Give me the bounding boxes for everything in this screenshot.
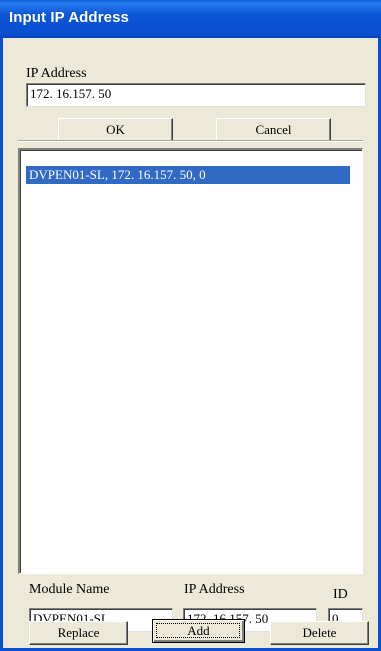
module-name-label: Module Name [29,582,110,597]
ok-button[interactable]: OK [58,118,173,142]
add-button[interactable]: Add [152,619,245,643]
title-bar[interactable]: Input IP Address [0,0,381,38]
window-frame-left [0,38,3,651]
list-item-selected[interactable]: DVPEN01-SL, 172. 16.157. 50, 0 [26,166,350,184]
module-list[interactable]: DVPEN01-SL, 172. 16.157. 50, 0 [18,148,363,574]
id-label: ID [333,587,348,602]
bottom-ip-address-label: IP Address [184,582,245,597]
cancel-button[interactable]: Cancel [216,118,331,142]
divider [18,140,363,142]
replace-button[interactable]: Replace [29,621,128,645]
ip-address-input[interactable]: 172. 16.157. 50 [26,83,366,107]
dialog-title: Input IP Address [9,9,129,26]
delete-button[interactable]: Delete [270,621,369,645]
ip-address-label: IP Address [26,66,87,81]
focus-rectangle [156,623,240,638]
